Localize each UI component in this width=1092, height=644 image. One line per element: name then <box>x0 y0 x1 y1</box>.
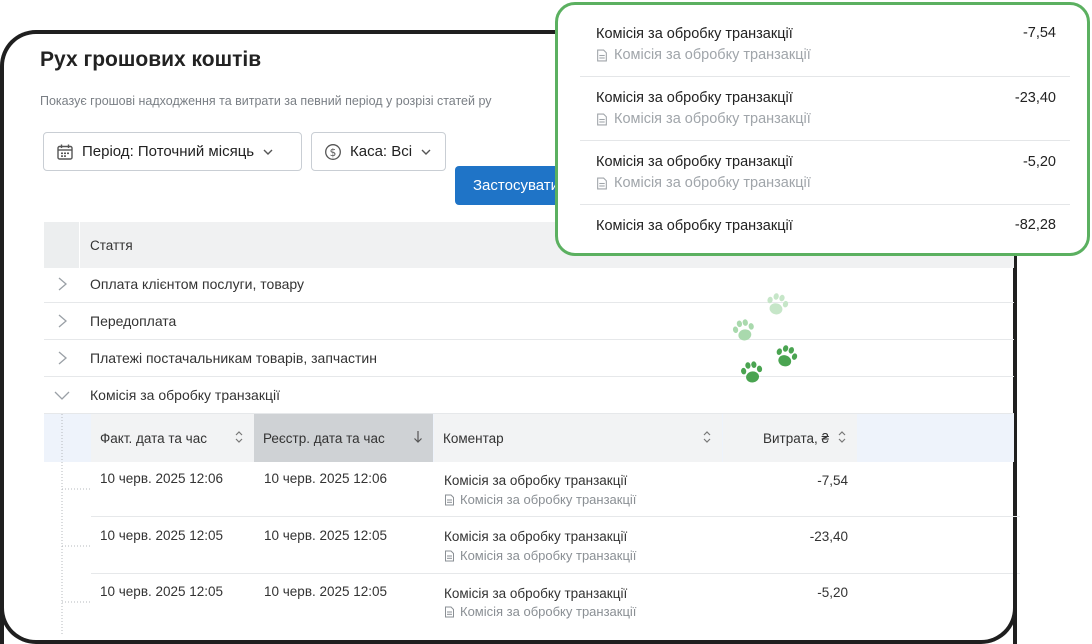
document-icon <box>596 177 608 190</box>
row-label: Платежі постачальникам товарів, запчасти… <box>90 350 377 366</box>
cash-filter-label: Каса: Всі <box>350 143 413 160</box>
paw-print-icon <box>732 319 754 341</box>
dollar-coin-icon: $ <box>324 143 342 161</box>
comment: Комісія за обробку транзакції <box>444 529 628 544</box>
fact-date: 10 черв. 2025 12:05 <box>100 528 224 543</box>
sort-desc-icon[interactable] <box>413 430 423 444</box>
page-title: Рух грошових коштів <box>40 48 262 71</box>
column-header-expense[interactable]: Витрата, ₴ <box>723 414 857 462</box>
svg-text:$: $ <box>330 146 337 158</box>
sort-icon[interactable] <box>837 430 847 444</box>
column-header-comment[interactable]: Коментар <box>434 414 722 462</box>
period-filter[interactable]: Період: Поточний місяць <box>43 132 302 171</box>
list-item: Комісія за обробку транзакції Комісія за… <box>580 141 1070 205</box>
table-row[interactable]: Передоплата <box>44 303 1014 340</box>
comment: Комісія за обробку транзакції <box>444 473 628 488</box>
document-icon <box>596 49 608 62</box>
item-amount: -7,54 <box>1022 25 1056 41</box>
chevron-down-icon <box>420 146 432 158</box>
document-icon <box>444 550 455 562</box>
sort-icon[interactable] <box>234 430 244 444</box>
chevron-right-icon[interactable] <box>44 314 80 328</box>
fact-date: 10 черв. 2025 12:05 <box>100 584 224 599</box>
chevron-down-icon <box>262 146 274 158</box>
column-header-article: Стаття <box>90 237 133 253</box>
item-title: Комісія за обробку транзакції <box>596 218 793 234</box>
table-row[interactable]: Оплата клієнтом послуги, товару <box>44 266 1014 303</box>
document-icon <box>596 113 608 126</box>
chevron-down-icon[interactable] <box>44 389 80 401</box>
table-row[interactable]: Платежі постачальникам товарів, запчасти… <box>44 340 1014 377</box>
reg-date: 10 черв. 2025 12:06 <box>264 471 388 486</box>
sort-icon[interactable] <box>702 430 712 444</box>
table-row-expanded[interactable]: Комісія за обробку транзакції <box>44 377 1014 414</box>
list-item: Комісія за обробку транзакції Комісія за… <box>580 13 1070 77</box>
row-divider <box>91 573 1020 574</box>
expense-amount: -7,54 <box>817 473 848 488</box>
list-item-total: Комісія за обробку транзакції -82,28 <box>580 205 1070 245</box>
paw-print-icon <box>741 361 763 383</box>
item-note: Комісія за обробку транзакції <box>596 175 811 191</box>
item-title: Комісія за обробку транзакції <box>596 154 793 170</box>
expense-amount: -5,20 <box>817 585 848 600</box>
page-subtitle: Показує грошові надходження та витрати з… <box>40 94 492 108</box>
column-header-reg-date[interactable]: Реєстр. дата та час <box>254 414 433 462</box>
item-note: Комісія за обробку транзакції <box>596 111 811 127</box>
comment-note: Комісія за обробку транзакції <box>444 492 636 507</box>
calendar-icon <box>56 143 74 161</box>
item-amount: -82,28 <box>1014 217 1056 233</box>
period-filter-label: Період: Поточний місяць <box>82 143 255 160</box>
comment-note: Комісія за обробку транзакції <box>444 604 636 619</box>
item-title: Комісія за обробку транзакції <box>596 90 793 106</box>
comment: Комісія за обробку транзакції <box>444 586 628 601</box>
reg-date: 10 черв. 2025 12:05 <box>264 528 388 543</box>
expense-amount: -23,40 <box>809 529 848 544</box>
document-icon <box>444 494 455 506</box>
row-label: Передоплата <box>90 313 177 329</box>
item-amount: -23,40 <box>1014 90 1056 106</box>
comment-note: Комісія за обробку транзакції <box>444 548 636 563</box>
row-divider <box>91 516 1020 517</box>
chevron-right-icon[interactable] <box>44 277 80 291</box>
paw-print-icon <box>776 345 798 367</box>
row-label: Комісія за обробку транзакції <box>90 387 280 403</box>
row-label: Оплата клієнтом послуги, товару <box>90 276 305 292</box>
item-amount: -5,20 <box>1022 154 1056 170</box>
document-icon <box>444 606 455 618</box>
highlight-panel: Комісія за обробку транзакції Комісія за… <box>555 2 1090 256</box>
fact-date: 10 черв. 2025 12:06 <box>100 471 224 486</box>
item-note: Комісія за обробку транзакції <box>596 47 811 63</box>
paw-print-icon <box>767 293 789 315</box>
column-header-fact-date[interactable]: Факт. дата та час <box>91 414 254 462</box>
reg-date: 10 черв. 2025 12:05 <box>264 584 388 599</box>
list-item: Комісія за обробку транзакції Комісія за… <box>580 77 1070 141</box>
cash-filter[interactable]: $ Каса: Всі <box>311 132 446 171</box>
chevron-right-icon[interactable] <box>44 351 80 365</box>
item-title: Комісія за обробку транзакції <box>596 26 793 42</box>
